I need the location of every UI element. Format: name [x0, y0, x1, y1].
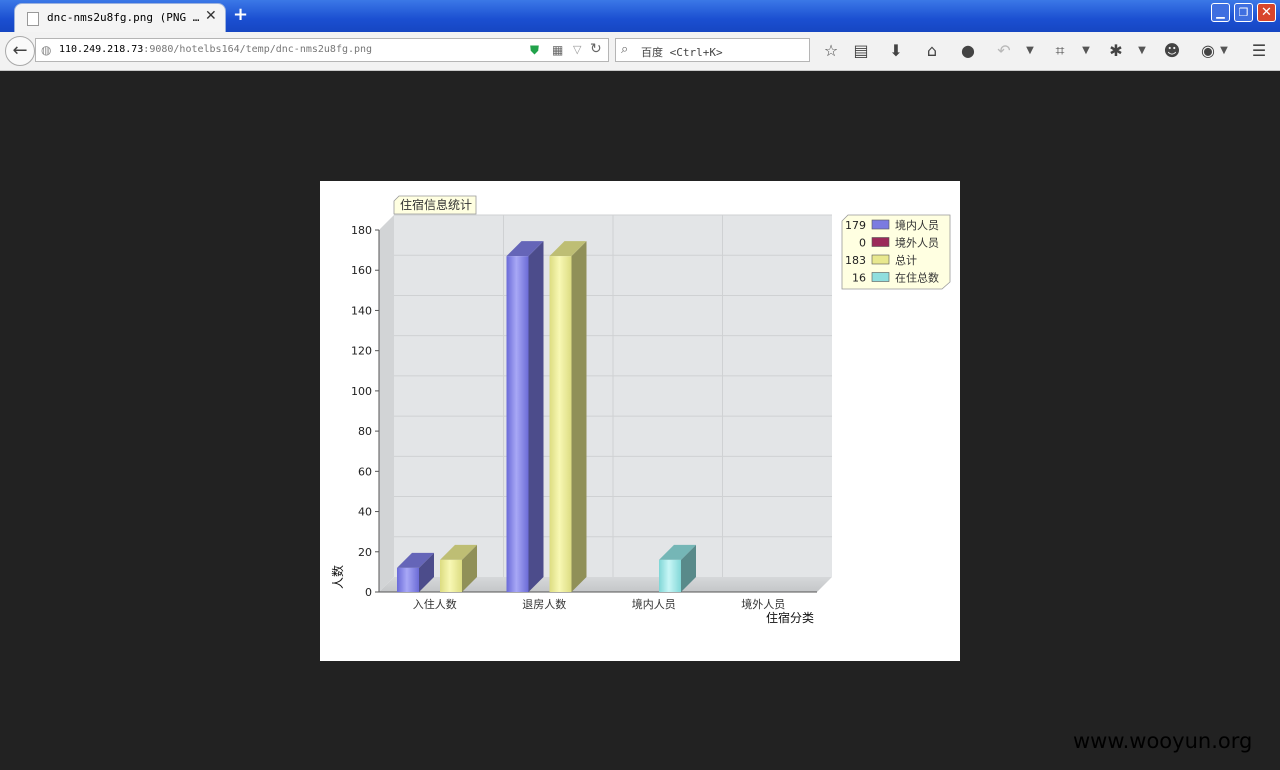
y-tick-label: 180	[351, 224, 372, 237]
download-icon[interactable]: ⬇	[886, 41, 906, 60]
navigation-toolbar: ← ◍ 110.249.218.73:9080/hotelbs164/temp/…	[0, 32, 1280, 71]
y-tick-label: 120	[351, 345, 372, 358]
x-tick-label: 境内人员	[632, 597, 676, 611]
crop-dropdown-icon[interactable]: ▼	[1076, 45, 1096, 56]
x-tick-label: 境外人员	[741, 597, 785, 611]
maximize-button[interactable]: ❐	[1234, 3, 1253, 22]
reload-icon[interactable]: ↻	[590, 41, 602, 57]
minimize-button[interactable]: ▁	[1211, 3, 1230, 22]
legend-swatch	[871, 272, 890, 282]
legend-value: 179	[845, 219, 866, 232]
bar-1-1	[549, 241, 587, 592]
hat-dropdown-icon[interactable]: ▼	[1214, 45, 1234, 56]
y-tick-label: 80	[358, 425, 372, 438]
page-icon	[27, 12, 39, 26]
bar-front	[440, 559, 462, 592]
close-window-button[interactable]: ✕	[1257, 3, 1276, 22]
bar-front	[659, 559, 681, 592]
crop-icon[interactable]: ⌗	[1050, 41, 1070, 61]
search-icon: ⌕	[621, 42, 629, 57]
search-input[interactable]: ⌕ 百度 <Ctrl+K>	[615, 38, 810, 62]
home-icon[interactable]: ⌂	[922, 41, 942, 60]
undo-icon[interactable]: ↶	[994, 41, 1014, 60]
undo-dropdown-icon[interactable]: ▼	[1020, 45, 1040, 56]
y-tick-label: 160	[351, 264, 372, 277]
y-axis-label: 人数	[330, 565, 345, 589]
bug-icon[interactable]: ✱	[1106, 41, 1126, 60]
bug-dropdown-icon[interactable]: ▼	[1132, 45, 1152, 56]
browser-tab[interactable]: dnc-nms2u8fg.png (PNG … ✕	[14, 3, 226, 32]
legend-swatch	[871, 237, 890, 247]
bar-front	[549, 256, 572, 592]
legend-label: 境外人员	[895, 236, 939, 250]
chart-title-box: 住宿信息统计	[393, 195, 477, 215]
chart-left-wall	[379, 215, 394, 592]
chat-icon[interactable]: ●	[958, 41, 978, 60]
tab-title: dnc-nms2u8fg.png (PNG …	[47, 11, 200, 24]
legend-swatch	[871, 219, 890, 230]
y-tick-label: 60	[358, 465, 372, 478]
title-bar: dnc-nms2u8fg.png (PNG … ✕ + ▁ ❐ ✕	[0, 0, 1280, 32]
tab-close-icon[interactable]: ✕	[205, 8, 217, 24]
png-image-viewer: 0 20 40 60 80 100 120 140 160 180 入住人数 退房人数 境内人员 境外人…	[320, 181, 960, 661]
search-placeholder: 百度 <Ctrl+K>	[641, 46, 723, 59]
legend-value: 183	[845, 254, 866, 267]
legend-value: 0	[859, 237, 866, 250]
bar-side	[528, 241, 544, 592]
globe-icon: ◍	[41, 43, 52, 57]
x-tick-label: 入住人数	[413, 597, 457, 611]
bar-1-0	[506, 241, 544, 592]
y-tick-label: 20	[358, 546, 372, 559]
shield-icon[interactable]: ⛊	[530, 43, 539, 58]
bar-side	[571, 241, 587, 592]
star-icon[interactable]: ☆	[821, 41, 841, 60]
y-tick-label: 100	[351, 385, 372, 398]
y-tick-label: 40	[358, 506, 372, 519]
menu-icon[interactable]: ☰	[1249, 41, 1269, 60]
y-tick-label: 0	[365, 586, 372, 599]
bar-chart: 020406080100120140160180 入住人数 退房人数 境内人员 境外人…	[330, 195, 951, 625]
url-text[interactable]: 110.249.218.73:9080/hotelbs164/temp/dnc-…	[59, 44, 372, 55]
dropdown-icon[interactable]: ▽	[573, 43, 581, 56]
legend-label: 在住总数	[895, 271, 939, 285]
chart-legend: 179 境内人员 0 境外人员 183 总计 16 在住总数	[841, 214, 951, 290]
x-axis-label: 住宿分类	[766, 610, 814, 625]
address-bar[interactable]: ◍ 110.249.218.73:9080/hotelbs164/temp/dn…	[35, 38, 609, 62]
x-tick-label: 退房人数	[522, 598, 566, 611]
y-tick-label: 140	[351, 304, 372, 317]
bar-front	[506, 256, 529, 592]
back-arrow-icon[interactable]: ←	[5, 36, 35, 66]
smiley-icon[interactable]: ☻	[1162, 41, 1182, 60]
qr-code-icon[interactable]: ▦	[552, 43, 563, 57]
legend-swatch	[871, 254, 890, 265]
reading-list-icon[interactable]: ▤	[851, 41, 871, 60]
legend-value: 16	[852, 272, 866, 285]
chart-title: 住宿信息统计	[400, 197, 472, 212]
legend-label: 总计	[895, 253, 917, 267]
new-tab-button[interactable]: +	[233, 4, 248, 25]
bar-front	[397, 567, 419, 592]
legend-label: 境内人员	[895, 218, 939, 232]
watermark-text: www.wooyun.org	[1073, 729, 1253, 753]
